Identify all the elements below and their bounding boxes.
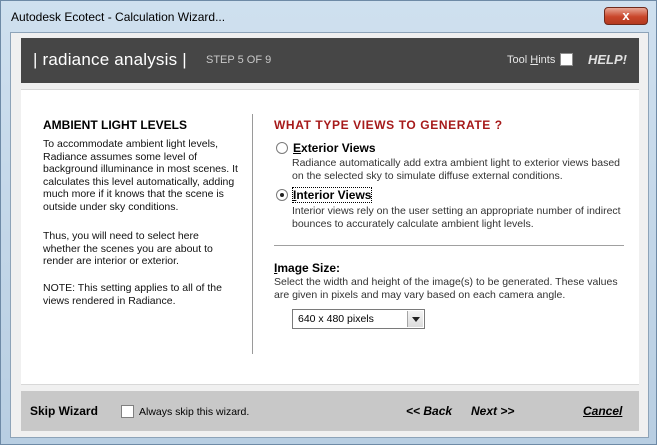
interior-views-description: Interior views rely on the user setting …: [292, 205, 621, 230]
close-button[interactable]: x: [604, 7, 648, 25]
image-size-heading: Image Size:: [274, 261, 340, 275]
tool-hints-label[interactable]: Tool Hints: [507, 54, 555, 66]
image-size-heading-rest: mage Size:: [277, 261, 341, 275]
next-button[interactable]: Next >>: [471, 404, 514, 418]
wizard-header: | radiance analysis | STEP 5 OF 9 Tool H…: [21, 38, 639, 83]
view-type-heading: WHAT TYPE VIEWS TO GENERATE ?: [274, 118, 503, 132]
step-indicator: STEP 5 OF 9: [206, 54, 272, 66]
chevron-down-icon[interactable]: [407, 311, 423, 327]
ambient-light-instructions: Thus, you will need to select here wheth…: [43, 230, 213, 267]
wizard-content-panel: AMBIENT LIGHT LEVELS To accommodate ambi…: [21, 89, 639, 385]
back-button[interactable]: << Back: [406, 404, 452, 418]
tool-hints-accelerator: H: [530, 54, 539, 66]
skip-wizard-label[interactable]: Always skip this wizard.: [139, 406, 249, 418]
window-title: Autodesk Ecotect - Calculation Wizard...: [11, 10, 226, 24]
image-size-select[interactable]: 640 x 480 pixels: [292, 309, 425, 329]
tool-hints-suffix: ints: [538, 54, 556, 66]
tool-hints-prefix: Tool: [507, 54, 531, 66]
tool-hints-checkbox[interactable]: [560, 53, 573, 66]
exterior-views-description: Radiance automatically add extra ambient…: [292, 157, 621, 182]
ambient-light-note: NOTE: This setting applies to all of the…: [43, 282, 222, 307]
exterior-views-accelerator: E: [293, 141, 302, 155]
exterior-views-radio[interactable]: [276, 142, 288, 154]
interior-views-radio[interactable]: [276, 189, 288, 201]
skip-wizard-checkbox[interactable]: [121, 405, 134, 418]
ambient-light-description: To accommodate ambient light levels, Rad…: [43, 138, 238, 213]
vertical-divider: [252, 114, 253, 354]
image-size-description: Select the width and height of the image…: [274, 276, 618, 301]
ambient-light-heading: AMBIENT LIGHT LEVELS: [43, 118, 187, 132]
help-button[interactable]: HELP!: [588, 52, 627, 67]
exterior-views-label[interactable]: Exterior Views: [293, 141, 376, 155]
interior-views-label-rest: nterior Views: [296, 188, 372, 202]
wizard-window: Autodesk Ecotect - Calculation Wizard...…: [0, 0, 657, 445]
page-title: | radiance analysis |: [33, 50, 187, 69]
skip-wizard-title: Skip Wizard: [30, 404, 98, 418]
interior-views-label[interactable]: Interior Views: [291, 187, 373, 203]
cancel-button[interactable]: Cancel: [583, 404, 622, 418]
horizontal-divider: [274, 245, 624, 246]
wizard-footer: Skip Wizard Always skip this wizard. << …: [21, 391, 639, 431]
image-size-value: 640 x 480 pixels: [298, 313, 374, 325]
title-bar: Autodesk Ecotect - Calculation Wizard...…: [1, 1, 656, 33]
wizard-client-area: | radiance analysis | STEP 5 OF 9 Tool H…: [10, 32, 649, 438]
exterior-views-label-rest: xterior Views: [301, 141, 376, 155]
